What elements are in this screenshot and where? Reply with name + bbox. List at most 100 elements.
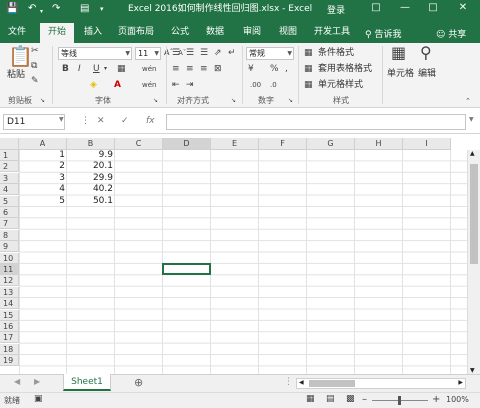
paste-icon[interactable]: 📋	[8, 45, 33, 67]
align-left-icon[interactable]: ≡	[172, 63, 180, 75]
tab-developer[interactable]: 开发工具	[310, 23, 354, 43]
number-format-select[interactable]: 常规 ▼	[246, 47, 294, 60]
phonetic-icon[interactable]: wén	[142, 63, 156, 75]
macro-record-icon[interactable]: ▣	[34, 394, 43, 404]
table-format-icon[interactable]: ▦	[304, 63, 313, 75]
fill-color-icon[interactable]: ◈	[90, 79, 97, 91]
percent-icon[interactable]: %	[270, 63, 279, 75]
row-header-6[interactable]: 6	[0, 207, 19, 218]
cells-icon[interactable]: ▦	[391, 45, 406, 61]
tab-formulas[interactable]: 公式	[165, 23, 195, 43]
cell-a2[interactable]: 2	[19, 161, 67, 172]
row-header-12[interactable]: 12	[0, 275, 19, 287]
maximize-icon[interactable]: □	[426, 1, 440, 15]
expand-formula-bar-icon[interactable]: ▼	[469, 116, 474, 123]
enter-icon[interactable]: ✓	[121, 116, 129, 126]
scroll-left-icon[interactable]: ◀	[299, 379, 304, 386]
align-middle-icon[interactable]: ☰	[186, 47, 194, 59]
row-header-13[interactable]: 13	[0, 286, 19, 298]
phonetic-icon[interactable]: wén	[142, 79, 156, 91]
column-header-i[interactable]: I	[403, 138, 451, 150]
orientation-icon[interactable]: ⇗	[214, 47, 222, 59]
minimize-icon[interactable]: —	[398, 1, 412, 15]
add-sheet-icon[interactable]: ⊕	[134, 376, 143, 389]
bold-icon[interactable]: B	[62, 63, 69, 75]
tell-me-box[interactable]: ⚲ 告诉我	[365, 27, 401, 40]
cell-a4[interactable]: 4	[19, 184, 67, 195]
table-format-button[interactable]: 套用表格格式	[318, 64, 372, 75]
page-break-view-icon[interactable]: ▩	[346, 394, 355, 404]
number-launcher-icon[interactable]: ↘	[288, 95, 293, 107]
row-header-19[interactable]: 19	[0, 355, 19, 367]
increase-decimal-icon[interactable]: .00	[250, 79, 261, 91]
cell-style-button[interactable]: 单元格样式	[318, 80, 363, 91]
borders-icon[interactable]: ▦	[117, 63, 126, 75]
row-header-16[interactable]: 16	[0, 321, 19, 332]
font-name-select[interactable]: 等线 ▼	[58, 47, 132, 60]
alignment-launcher-icon[interactable]: ↘	[231, 95, 236, 107]
row-header-17[interactable]: 17	[0, 332, 19, 344]
align-bottom-icon[interactable]: ☰	[200, 47, 208, 59]
row-header-10[interactable]: 10	[0, 252, 19, 264]
cell-b1[interactable]: 9.9	[67, 150, 115, 161]
select-all-button[interactable]	[0, 138, 19, 150]
horizontal-scrollbar[interactable]: ◀ ▶	[296, 378, 466, 389]
tab-file[interactable]: 文件	[2, 23, 32, 43]
tab-insert[interactable]: 插入	[78, 23, 108, 43]
scroll-up-icon[interactable]: ▲	[470, 150, 475, 157]
row-header-15[interactable]: 15	[0, 309, 19, 321]
collapse-ribbon-icon[interactable]: ⌃	[465, 95, 471, 107]
wrap-text-icon[interactable]: ↵	[228, 47, 236, 59]
row-header-2[interactable]: 2	[0, 161, 19, 173]
font-launcher-icon[interactable]: ↘	[153, 95, 158, 107]
page-layout-view-icon[interactable]: ▤	[326, 394, 335, 404]
row-header-1[interactable]: 1	[0, 150, 19, 161]
next-sheet-icon[interactable]: ▶	[34, 377, 40, 386]
column-header-a[interactable]: A	[19, 138, 67, 150]
column-header-d[interactable]: D	[163, 138, 211, 150]
merge-center-icon[interactable]: ⊠	[214, 63, 222, 75]
login-link[interactable]: 登录	[327, 3, 345, 16]
tab-view[interactable]: 视图	[273, 23, 303, 43]
accounting-format-icon[interactable]: ¥	[248, 63, 254, 75]
row-header-5[interactable]: 5	[0, 195, 19, 207]
row-header-8[interactable]: 8	[0, 229, 19, 241]
column-header-e[interactable]: E	[211, 138, 259, 150]
formula-input[interactable]	[166, 114, 466, 130]
zoom-level[interactable]: 100%	[446, 395, 469, 404]
cell-a5[interactable]: 5	[19, 196, 67, 207]
row-header-7[interactable]: 7	[0, 218, 19, 230]
tab-home[interactable]: 开始	[40, 23, 74, 43]
undo-dropdown-icon[interactable]: ▾	[40, 5, 43, 19]
font-size-select[interactable]: 11 ▼	[135, 47, 161, 60]
tab-review[interactable]: 审阅	[237, 23, 267, 43]
row-header-11[interactable]: 11	[0, 264, 19, 275]
cancel-icon[interactable]: ✕	[97, 116, 105, 126]
cell-a1[interactable]: 1	[19, 150, 67, 161]
vertical-scrollbar[interactable]: ▲ ▼	[467, 150, 480, 374]
italic-icon[interactable]: I	[78, 63, 81, 75]
row-header-14[interactable]: 14	[0, 298, 19, 310]
row-header-4[interactable]: 4	[0, 184, 19, 196]
decrease-indent-icon[interactable]: ⇤	[172, 79, 180, 91]
vertical-scroll-thumb[interactable]	[470, 164, 478, 264]
zoom-out-icon[interactable]: –	[362, 394, 367, 405]
cell-b4[interactable]: 40.2	[67, 184, 115, 195]
zoom-slider-thumb[interactable]	[398, 396, 401, 405]
cells-area[interactable]: 1 9.9 2 20.1 3 29.9 4 40.2 5 50.1	[19, 150, 467, 374]
zoom-in-icon[interactable]: +	[432, 394, 440, 405]
tab-page-layout[interactable]: 页面布局	[113, 23, 159, 43]
copy-icon[interactable]: ⧉	[31, 60, 37, 72]
column-header-h[interactable]: H	[355, 138, 403, 150]
paste-label[interactable]: 粘贴	[7, 70, 25, 81]
conditional-format-button[interactable]: 条件格式	[318, 48, 354, 59]
prev-sheet-icon[interactable]: ◀	[14, 377, 20, 386]
tab-data[interactable]: 数据	[200, 23, 230, 43]
underline-icon[interactable]: U	[93, 63, 100, 75]
horizontal-scroll-thumb[interactable]	[309, 380, 355, 387]
cell-a3[interactable]: 3	[19, 173, 67, 184]
name-box[interactable]: D11	[3, 114, 65, 130]
align-right-icon[interactable]: ≡	[200, 63, 208, 75]
column-header-g[interactable]: G	[307, 138, 355, 150]
scroll-down-icon[interactable]: ▼	[470, 367, 475, 374]
